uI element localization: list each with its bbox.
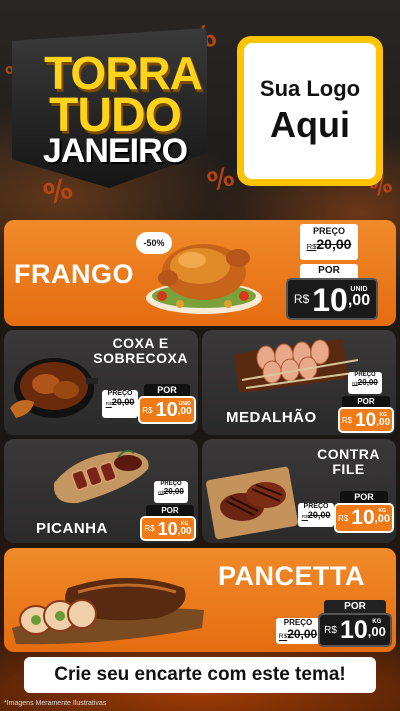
preco-label: PREÇO bbox=[283, 618, 313, 627]
product-name-line-2: FILE bbox=[332, 460, 365, 477]
price-decimal: ,00 bbox=[177, 406, 192, 417]
product-card-frango[interactable]: FRANGO -50% PREÇO R$20,00 POR R$ 10 UNID… bbox=[4, 220, 396, 326]
price-decimal: ,00 bbox=[374, 513, 390, 525]
cta-banner[interactable]: Crie seu encarte com este tema! bbox=[24, 657, 376, 693]
logo-text-line-1: Sua Logo bbox=[259, 76, 361, 101]
sale-price: R$ 10 KG ,00 bbox=[338, 407, 394, 433]
preco-label: PREÇO bbox=[312, 226, 345, 236]
por-label: POR bbox=[300, 264, 358, 278]
price-decimal: ,00 bbox=[376, 417, 391, 428]
old-price: 20,00 bbox=[111, 397, 135, 407]
picanha-image bbox=[53, 449, 149, 504]
price-integer: 10 bbox=[312, 282, 348, 318]
price-decimal: ,00 bbox=[367, 624, 386, 639]
discount-badge: -50% bbox=[136, 232, 172, 254]
old-price: 20,00 bbox=[163, 487, 184, 496]
sale-price: R$ 10 KG ,00 bbox=[318, 613, 392, 647]
sale-price: R$ 10 UNID ,00 bbox=[138, 396, 196, 424]
product-name-line-1: CONTRA bbox=[317, 446, 380, 462]
price-integer: 10 bbox=[351, 506, 375, 529]
product-card-picanha[interactable]: PICANHA PREÇO R$20,00 POR R$ 10 KG ,00 bbox=[4, 439, 198, 543]
product-card-contrafile[interactable]: CONTRA FILE PREÇO R$ 20,00 POR R$ 10 KG ,… bbox=[202, 439, 396, 543]
currency-symbol: R$ bbox=[324, 624, 337, 636]
old-currency: R$ bbox=[306, 242, 317, 251]
preco-label: PREÇO bbox=[107, 390, 133, 397]
product-name: PANCETTA bbox=[218, 561, 365, 591]
preco-label: PREÇO bbox=[303, 503, 329, 510]
por-label: POR bbox=[144, 384, 190, 396]
product-name: FRANGO bbox=[14, 259, 134, 289]
price-decimal: ,00 bbox=[347, 292, 371, 309]
old-currency: R$ bbox=[278, 633, 288, 640]
price-decimal: ,00 bbox=[177, 526, 192, 537]
old-price: 20,00 bbox=[307, 510, 331, 520]
product-name-line-1: COXA E bbox=[112, 335, 169, 351]
currency-symbol: R$ bbox=[341, 415, 353, 425]
currency-symbol: R$ bbox=[338, 513, 349, 523]
product-name-line-2: SOBRECOXA bbox=[93, 349, 188, 366]
price-integer: 10 bbox=[355, 410, 377, 431]
chicken-thighs-image bbox=[10, 358, 98, 418]
original-price: PREÇO R$20,00 bbox=[300, 224, 358, 260]
por-label: POR bbox=[146, 505, 194, 516]
old-price: 20,00 bbox=[287, 627, 318, 641]
price-integer: 10 bbox=[339, 616, 368, 644]
product-name: MEDALHÃO bbox=[226, 409, 317, 426]
logo-placeholder[interactable]: Sua Logo Aqui bbox=[237, 36, 383, 186]
disclaimer-text: *Imagens Meramente Ilustrativas bbox=[4, 700, 107, 707]
currency-symbol: R$ bbox=[142, 405, 153, 415]
bacon-skewers-image bbox=[234, 339, 361, 392]
product-card-pancetta[interactable]: PANCETTA PREÇO R$20,00 POR R$ 10 KG ,00 bbox=[4, 548, 396, 652]
product-card-coxa[interactable]: COXA E SOBRECOXA POR PREÇO R$ 20,00 R$ 10… bbox=[4, 330, 198, 435]
title-line-3: JANEIRO bbox=[42, 132, 188, 170]
price-integer: 10 bbox=[155, 399, 178, 421]
price-integer: 10 bbox=[157, 519, 178, 539]
currency-symbol: R$ bbox=[144, 524, 155, 533]
header: TORRA TUDO JANEIRO Sua Logo Aqui bbox=[0, 0, 400, 215]
sale-price: R$ 10 UNID ,00 bbox=[286, 278, 378, 320]
por-label: POR bbox=[342, 396, 390, 407]
product-card-medalhao[interactable]: MEDALHÃO PREÇO R$20,00 POR R$ 10 KG ,00 bbox=[202, 330, 396, 435]
pancetta-image bbox=[12, 578, 204, 645]
grilled-steaks-image bbox=[206, 466, 298, 540]
logo-text-line-2: Aqui bbox=[270, 104, 350, 145]
old-price: 20,00 bbox=[357, 378, 378, 387]
por-label: POR bbox=[340, 491, 388, 503]
por-label: POR bbox=[324, 600, 386, 613]
product-name: PICANHA bbox=[36, 520, 108, 537]
old-price: 20,00 bbox=[316, 236, 352, 252]
currency-symbol: R$ bbox=[293, 292, 310, 306]
sale-price: R$ 10 KG ,00 bbox=[140, 516, 196, 541]
sale-price: R$ 10 KG ,00 bbox=[334, 503, 394, 533]
